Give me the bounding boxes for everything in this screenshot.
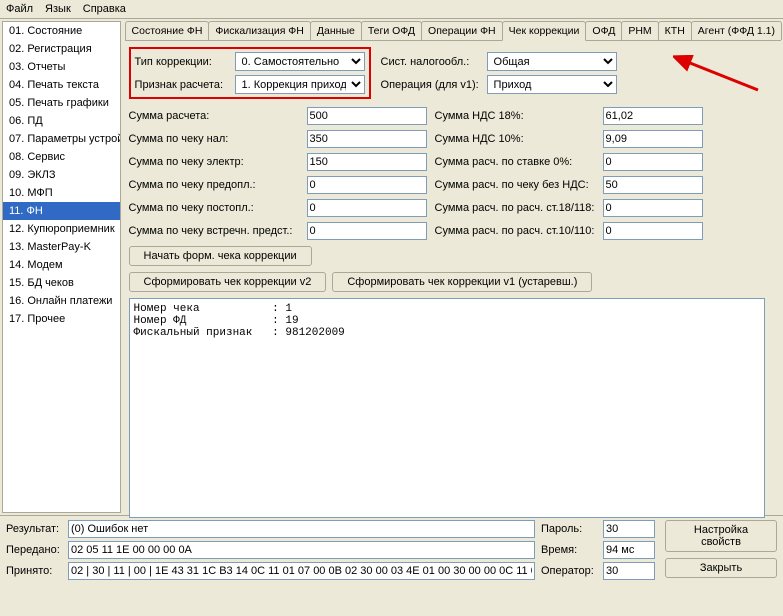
corr-type-label: Тип коррекции:: [135, 56, 231, 68]
sum-prepay-input[interactable]: [307, 176, 427, 194]
form-v2-button[interactable]: Сформировать чек коррекции v2: [129, 272, 327, 292]
sum-counter-input[interactable]: [307, 222, 427, 240]
sum-postpay-input[interactable]: [307, 199, 427, 217]
close-button[interactable]: Закрыть: [665, 558, 777, 578]
sum-cash-input[interactable]: [307, 130, 427, 148]
operator-field[interactable]: [603, 562, 655, 580]
operation-select[interactable]: Приход: [487, 75, 617, 94]
calc-sign-label: Признак расчета:: [135, 79, 231, 91]
sum-counter-label: Сумма по чеку встречн. предст.:: [129, 225, 299, 237]
sum-calc-label: Сумма расчета:: [129, 110, 299, 122]
no-vat-label: Сумма расч. по чеку без НДС:: [435, 179, 595, 191]
menu-lang[interactable]: Язык: [45, 3, 71, 15]
calc-sign-select[interactable]: 1. Коррекция прихода: [235, 75, 365, 94]
vat10-input[interactable]: [603, 130, 703, 148]
start-correction-button[interactable]: Начать форм. чека коррекции: [129, 246, 312, 266]
tab-9[interactable]: Агент (ФФД 1.1): [691, 21, 782, 40]
sidebar-item-8[interactable]: 09. ЭКЛЗ: [3, 166, 120, 184]
sidebar-item-10[interactable]: 11. ФН: [3, 202, 120, 220]
tab-1[interactable]: Фискализация ФН: [208, 21, 310, 40]
vat10-110-input[interactable]: [603, 222, 703, 240]
sidebar-item-11[interactable]: 12. Купюроприемник: [3, 220, 120, 238]
content-panel: Состояние ФНФискализация ФНДанныеТеги ОФ…: [123, 19, 783, 515]
form-v1-button[interactable]: Сформировать чек коррекции v1 (устаревш.…: [332, 272, 592, 292]
tab-0[interactable]: Состояние ФН: [125, 21, 210, 40]
sidebar-item-15[interactable]: 16. Онлайн платежи: [3, 292, 120, 310]
recv-field[interactable]: [68, 562, 535, 580]
tab-6[interactable]: ОФД: [585, 21, 622, 40]
operator-label: Оператор:: [541, 565, 599, 577]
vat10-label: Сумма НДС 10%:: [435, 133, 595, 145]
highlighted-params: Тип коррекции: 0. Самостоятельно Признак…: [129, 47, 371, 99]
sidebar-item-9[interactable]: 10. МФП: [3, 184, 120, 202]
sidebar-item-16[interactable]: 17. Прочее: [3, 310, 120, 328]
amounts-grid: Сумма расчета: Сумма НДС 18%: Сумма по ч…: [129, 107, 777, 240]
sidebar-item-6[interactable]: 07. Параметры устройств: [3, 130, 120, 148]
sent-label: Передано:: [6, 544, 64, 556]
output-log[interactable]: Номер чека : 1 Номер ФД : 19 Фискальный …: [129, 298, 765, 518]
tax-system-label: Сист. налогообл.:: [381, 56, 483, 68]
vat18-label: Сумма НДС 18%:: [435, 110, 595, 122]
recv-label: Принято:: [6, 565, 64, 577]
tab-3[interactable]: Теги ОФД: [361, 21, 422, 40]
menubar: Файл Язык Справка: [0, 0, 783, 19]
sidebar-item-2[interactable]: 03. Отчеты: [3, 58, 120, 76]
menu-help[interactable]: Справка: [83, 3, 126, 15]
sidebar-item-1[interactable]: 02. Регистрация: [3, 40, 120, 58]
sidebar-item-0[interactable]: 01. Состояние: [3, 22, 120, 40]
tab-7[interactable]: РНМ: [621, 21, 658, 40]
tab-4[interactable]: Операции ФН: [421, 21, 503, 40]
sidebar-item-5[interactable]: 06. ПД: [3, 112, 120, 130]
sum-cash-label: Сумма по чеку нал:: [129, 133, 299, 145]
vat10-110-label: Сумма расч. по расч. ст.10/110:: [435, 225, 595, 237]
vat18-input[interactable]: [603, 107, 703, 125]
tab-8[interactable]: КТН: [658, 21, 692, 40]
tax-system-select[interactable]: Общая: [487, 52, 617, 71]
menu-file[interactable]: Файл: [6, 3, 33, 15]
time-field[interactable]: [603, 541, 655, 559]
tab-5[interactable]: Чек коррекции: [502, 21, 587, 41]
settings-button[interactable]: Настройка свойств: [665, 520, 777, 552]
sum-electr-input[interactable]: [307, 153, 427, 171]
corr-type-select[interactable]: 0. Самостоятельно: [235, 52, 365, 71]
vat0-input[interactable]: [603, 153, 703, 171]
status-bar: Результат: Передано: Принято: Пароль: Вр…: [0, 515, 783, 584]
sidebar-item-13[interactable]: 14. Модем: [3, 256, 120, 274]
vat18-118-input[interactable]: [603, 199, 703, 217]
tab-2[interactable]: Данные: [310, 21, 362, 40]
operation-label: Операция (для v1):: [381, 79, 483, 91]
vat0-label: Сумма расч. по ставке 0%:: [435, 156, 595, 168]
tab-strip: Состояние ФНФискализация ФНДанныеТеги ОФ…: [125, 21, 781, 41]
sidebar-item-14[interactable]: 15. БД чеков: [3, 274, 120, 292]
no-vat-input[interactable]: [603, 176, 703, 194]
result-label: Результат:: [6, 523, 64, 535]
sum-electr-label: Сумма по чеку электр:: [129, 156, 299, 168]
time-label: Время:: [541, 544, 599, 556]
sum-postpay-label: Сумма по чеку постопл.:: [129, 202, 299, 214]
vat18-118-label: Сумма расч. по расч. ст.18/118:: [435, 202, 595, 214]
sidebar-item-12[interactable]: 13. MasterPay-K: [3, 238, 120, 256]
password-label: Пароль:: [541, 523, 599, 535]
sidebar-item-3[interactable]: 04. Печать текста: [3, 76, 120, 94]
sent-field[interactable]: [68, 541, 535, 559]
sum-prepay-label: Сумма по чеку предопл.:: [129, 179, 299, 191]
sidebar-item-7[interactable]: 08. Сервис: [3, 148, 120, 166]
sum-calc-input[interactable]: [307, 107, 427, 125]
sidebar-item-4[interactable]: 05. Печать графики: [3, 94, 120, 112]
sidebar: 01. Состояние02. Регистрация03. Отчеты04…: [2, 21, 121, 513]
